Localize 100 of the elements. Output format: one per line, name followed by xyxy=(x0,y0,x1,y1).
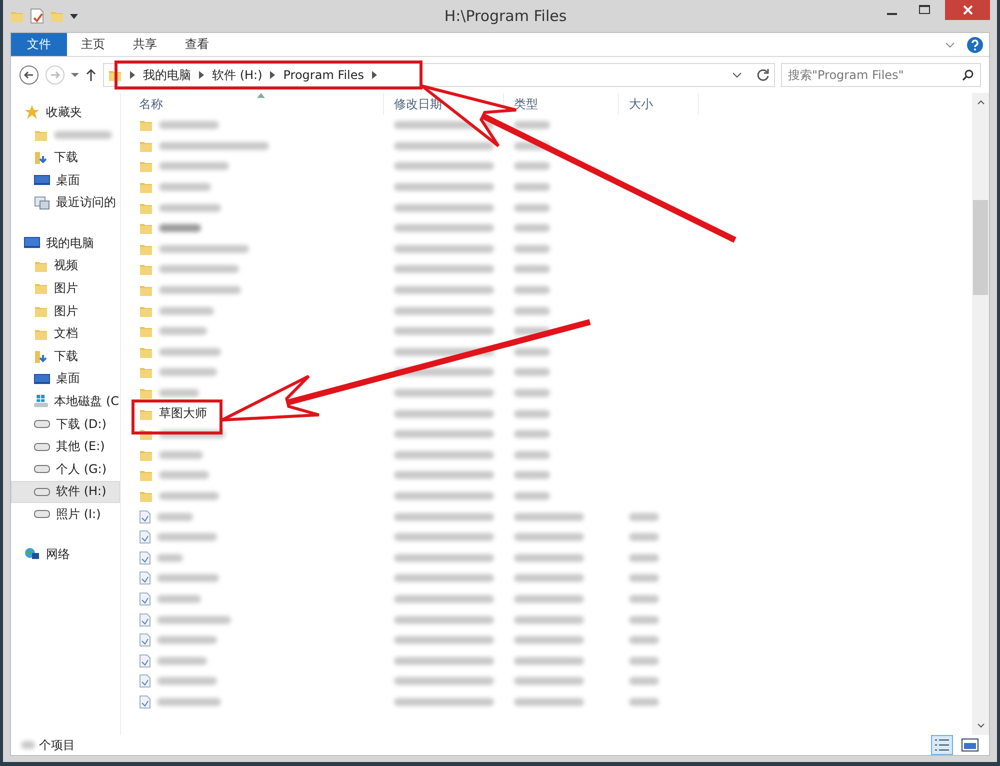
sidebar-item[interactable]: 照片 (I:) xyxy=(11,503,120,526)
blurred-text xyxy=(157,636,217,644)
blurred-text xyxy=(629,677,659,686)
blurred-text xyxy=(514,698,584,706)
search-field[interactable]: 搜索"Program Files" xyxy=(781,63,981,87)
sidebar-item[interactable]: 桌面 xyxy=(11,168,120,192)
blurred-text xyxy=(514,265,550,274)
star-icon xyxy=(24,104,40,120)
blurred-text xyxy=(629,554,659,562)
search-icon[interactable] xyxy=(962,69,974,81)
back-button[interactable] xyxy=(19,65,39,85)
breadcrumb[interactable]: 软件 (H:) xyxy=(212,66,262,84)
close-button[interactable] xyxy=(945,0,990,20)
folder-icon xyxy=(139,262,153,276)
blurred-text xyxy=(54,130,112,139)
breadcrumb[interactable]: Program Files xyxy=(283,68,364,82)
blurred-text xyxy=(629,512,659,521)
sidebar-item[interactable]: 视频 xyxy=(11,254,120,278)
sidebar-item[interactable]: 文档 xyxy=(11,322,120,345)
ribbon-tab[interactable]: 共享 xyxy=(119,33,171,56)
sidebar-item[interactable]: 本地磁盘 (C xyxy=(11,390,120,413)
scrollbar-thumb[interactable] xyxy=(973,200,988,295)
blurred-text xyxy=(159,306,214,315)
recent-places-icon xyxy=(34,196,50,210)
sidebar-item[interactable]: 下载 xyxy=(11,146,120,169)
drive-icon xyxy=(34,510,50,518)
folder-icon xyxy=(139,159,153,174)
recent-locations-button[interactable] xyxy=(71,72,79,78)
blurred-text xyxy=(629,656,659,665)
blurred-text xyxy=(157,533,217,542)
chevron-icon xyxy=(130,71,135,79)
new-folder-icon xyxy=(50,9,64,23)
blurred-text xyxy=(157,698,221,706)
expand-ribbon-icon[interactable] xyxy=(945,40,955,48)
up-button[interactable] xyxy=(85,68,97,82)
close-icon xyxy=(962,5,972,15)
ribbon-tab[interactable]: 主页 xyxy=(67,33,119,56)
file-icon xyxy=(139,612,151,627)
blurred-text xyxy=(21,741,35,749)
maximize-icon xyxy=(918,5,930,15)
file-icon xyxy=(139,510,151,524)
file-icon xyxy=(139,654,151,668)
large-icons-view-icon[interactable] xyxy=(961,737,979,753)
file-icon xyxy=(139,694,151,709)
sidebar-item[interactable]: 网络 xyxy=(11,544,120,566)
sidebar-item[interactable]: 我的电脑 xyxy=(11,232,120,255)
sidebar-item[interactable]: 软件 (H:) xyxy=(11,480,120,504)
chevron-icon xyxy=(199,71,204,79)
breadcrumb[interactable]: 我的电脑 xyxy=(143,66,191,84)
sidebar-item[interactable]: 其他 (E:) xyxy=(11,435,120,458)
refresh-icon[interactable] xyxy=(756,68,770,82)
blurred-text xyxy=(629,636,659,644)
blurred-text xyxy=(159,348,221,356)
scroll-up-icon[interactable] xyxy=(976,99,984,105)
file-icon xyxy=(139,633,151,648)
blurred-text xyxy=(159,327,207,336)
folder-icon xyxy=(139,118,153,132)
sidebar-item[interactable]: 收藏夹 xyxy=(11,101,120,124)
download-folder-icon xyxy=(34,348,48,364)
blurred-text xyxy=(514,348,550,356)
file-menu-tab[interactable]: 文件 xyxy=(11,33,67,56)
file-icon xyxy=(139,592,151,606)
blurred-text xyxy=(159,183,211,192)
address-bar[interactable]: 我的电脑 软件 (H:) Program Files xyxy=(103,63,775,87)
blurred-text xyxy=(629,698,659,706)
sidebar-item[interactable]: 图片 xyxy=(11,277,120,300)
blurred-text xyxy=(514,286,550,294)
details-view-icon[interactable] xyxy=(931,735,953,755)
sidebar-item[interactable]: 个人 (G:) xyxy=(11,458,120,480)
file-icon xyxy=(139,674,151,688)
window-title: H:\Program Files xyxy=(443,7,568,25)
ribbon-tab[interactable]: 查看 xyxy=(171,33,223,56)
scrollbar[interactable] xyxy=(972,93,989,735)
sidebar-item[interactable]: 桌面 xyxy=(11,368,120,390)
sidebar-item[interactable]: 下载 xyxy=(11,344,120,368)
column-header[interactable]: 大小 xyxy=(619,93,699,115)
help-icon[interactable] xyxy=(967,36,983,52)
blurred-text xyxy=(514,389,550,398)
scroll-down-icon[interactable] xyxy=(976,723,984,729)
sidebar-item[interactable]: 下载 (D:) xyxy=(11,412,120,436)
blurred-text xyxy=(157,677,217,686)
blurred-text xyxy=(514,306,550,315)
desktop-icon xyxy=(34,174,50,186)
file-name[interactable]: 草图大师 xyxy=(159,405,207,422)
file-icon xyxy=(139,530,151,544)
blurred-text xyxy=(157,512,193,521)
blurred-text xyxy=(514,121,550,130)
chevron-icon xyxy=(372,71,378,79)
dropdown-icon[interactable] xyxy=(70,12,78,20)
sidebar-item[interactable]: 最近访问的 xyxy=(11,191,120,214)
blurred-text xyxy=(159,224,201,232)
sidebar-item[interactable]: 图片 xyxy=(11,300,120,322)
properties-icon[interactable] xyxy=(30,8,44,24)
blurred-text xyxy=(514,656,584,665)
folder-icon xyxy=(139,180,153,194)
blurred-text xyxy=(514,244,550,253)
blurred-text xyxy=(514,677,584,686)
dropdown-icon[interactable] xyxy=(732,71,742,79)
column-header[interactable]: 名称 xyxy=(129,93,384,115)
desktop-icon xyxy=(34,372,50,385)
